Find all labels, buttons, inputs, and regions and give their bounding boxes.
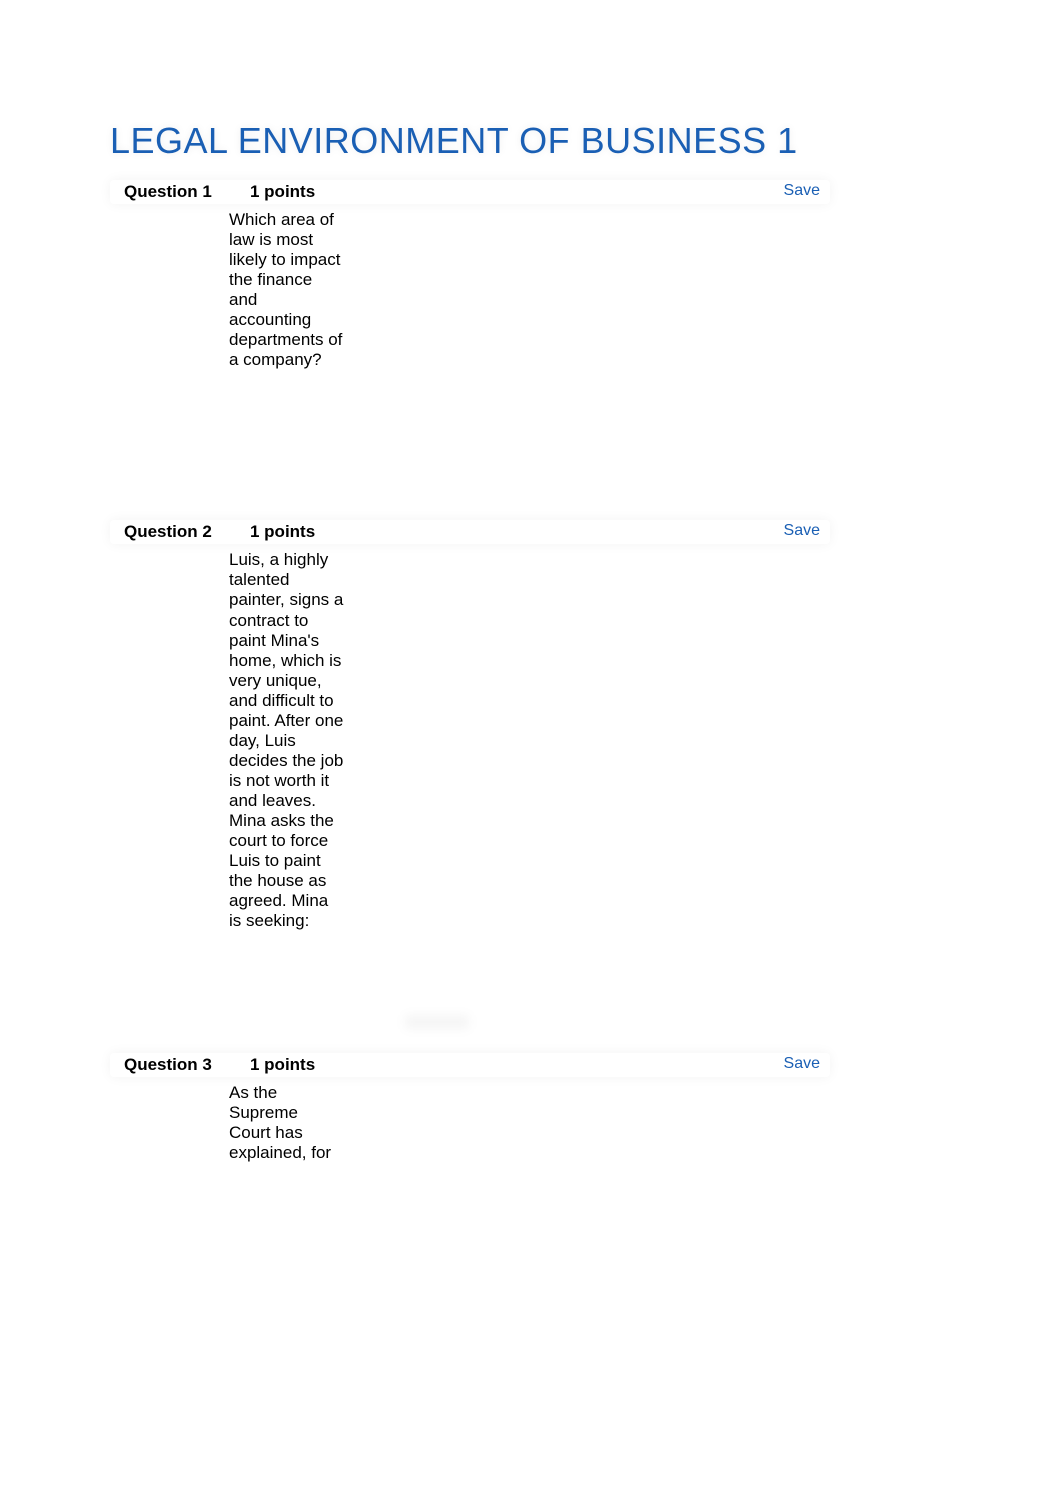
question-block-2: Question 2 1 points Save Luis, a highly … — [110, 520, 830, 931]
question-header: Question 3 1 points Save — [110, 1053, 830, 1077]
points-column: 1 points — [215, 522, 784, 542]
question-label: Question 1 — [110, 182, 215, 202]
question-body: As the Supreme Court has explained, for — [229, 1083, 344, 1163]
question-label: Question 3 — [110, 1055, 215, 1075]
question-block-1: Question 1 1 points Save Which area of l… — [110, 180, 830, 370]
page-title: LEGAL ENVIRONMENT OF BUSINESS 1 — [110, 120, 830, 162]
question-block-3: Question 3 1 points Save As the Supreme … — [110, 1053, 830, 1163]
question-points: 1 points — [215, 182, 784, 202]
question-label: Question 2 — [110, 522, 215, 542]
save-link[interactable]: Save — [784, 1055, 830, 1073]
question-header: Question 2 1 points Save — [110, 520, 830, 544]
question-points: 1 points — [215, 1055, 784, 1075]
save-link[interactable]: Save — [784, 522, 830, 540]
question-header: Question 1 1 points Save — [110, 180, 830, 204]
points-column: 1 points — [215, 182, 784, 202]
question-body: Luis, a highly talented painter, signs a… — [229, 550, 344, 931]
blur-divider — [405, 1015, 469, 1029]
question-points: 1 points — [215, 522, 784, 542]
save-link[interactable]: Save — [784, 182, 830, 200]
points-column: 1 points — [215, 1055, 784, 1075]
question-body: Which area of law is most likely to impa… — [229, 210, 344, 370]
quiz-container: LEGAL ENVIRONMENT OF BUSINESS 1 Question… — [110, 120, 830, 1163]
